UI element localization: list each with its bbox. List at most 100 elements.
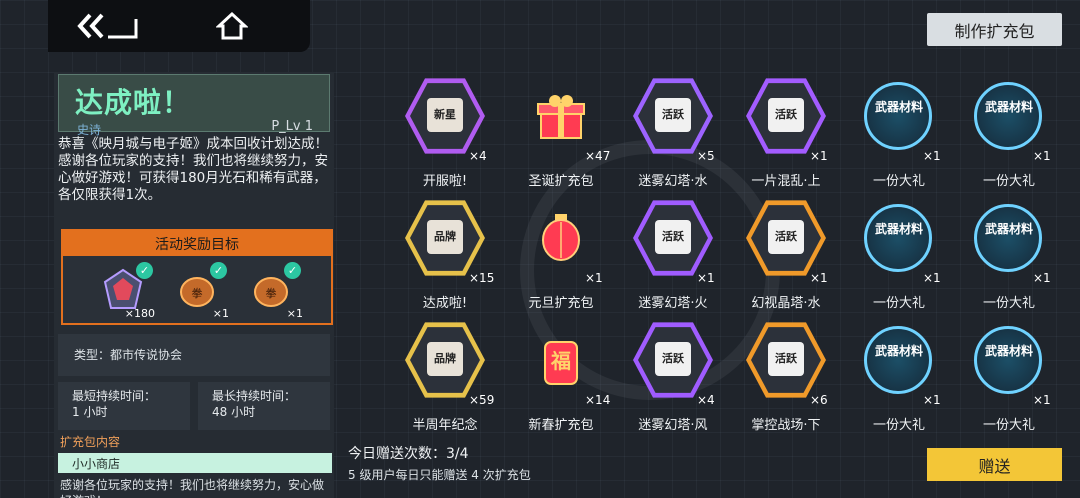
pack-name: 元旦扩充包 [528, 296, 594, 311]
pack-name: 一份大礼 [872, 296, 925, 311]
pack-count: ×5 [697, 149, 715, 163]
check-icon: ✓ [284, 262, 301, 279]
pack-type: 类型：都市传说协会 [58, 334, 330, 376]
icon-label: 福 [551, 349, 571, 373]
reward-count: ×1 [286, 307, 303, 320]
pack-count: ×47 [585, 149, 611, 163]
pack-card[interactable]: 活跃 ×6 掌控战场·下 [726, 318, 836, 438]
pack-name: 一份大礼 [982, 296, 1035, 311]
pack-card[interactable]: 新星 ×4 开服啦! [385, 74, 495, 194]
pack-card[interactable]: 武器材料 ×1 一份大礼 [839, 318, 949, 438]
rewards-box: 活动奖励目标 ✓ ×180 拳 ✓ ×1 拳 ✓ ×1 [61, 229, 333, 325]
pack-count: ×1 [697, 271, 715, 285]
icon-label: 活跃 [768, 220, 804, 254]
icon-label: 活跃 [768, 342, 804, 376]
pack-title-box: 达成啦！ 史诗 P_Lv 1 [58, 74, 330, 137]
pack-count: ×1 [585, 271, 603, 285]
make-pack-button[interactable]: 制作扩充包 [927, 13, 1062, 46]
reward-item[interactable]: 拳 ✓ ×1 [245, 262, 303, 320]
max-duration-label: 最长持续时间： [212, 389, 297, 403]
icon-label: 活跃 [655, 98, 691, 132]
weapon-material-icon [864, 204, 932, 272]
double-chevron-left-icon [77, 13, 138, 39]
pack-count: ×14 [585, 393, 611, 407]
pack-name: 一份大礼 [872, 174, 925, 189]
reward-item[interactable]: ✓ ×180 [97, 262, 155, 320]
icon-label: 活跃 [655, 342, 691, 376]
reward-count: ×180 [124, 307, 155, 320]
pack-card[interactable]: ×1 元旦扩充包 [501, 196, 611, 316]
weapon-material-icon [864, 82, 932, 150]
pack-title: 达成啦！ [75, 86, 192, 119]
pack-card[interactable]: 武器材料 ×1 一份大礼 [949, 318, 1059, 438]
pack-name: 开服啦! [422, 174, 468, 189]
svg-text:拳: 拳 [192, 286, 203, 300]
lantern-icon [542, 214, 580, 261]
icon-label: 品牌 [427, 220, 463, 254]
pack-count: ×4 [469, 149, 487, 163]
pack-card[interactable]: 武器材料 ×1 一份大礼 [949, 74, 1059, 194]
pack-card[interactable]: ×1探查 [345, 74, 377, 194]
level-label: P_Lv 1 [271, 119, 313, 134]
pack-card[interactable]: 福 ×14 新春扩充包 [501, 318, 611, 438]
pack-count: ×1 [810, 271, 828, 285]
home-button[interactable] [200, 6, 264, 46]
pack-card[interactable]: 活跃 ×5 迷雾幻塔·水 [613, 74, 723, 194]
pack-count: ×6 [810, 393, 828, 407]
pack-card[interactable]: 活跃 ×1 一片混乱·上 [726, 74, 836, 194]
rewards-title: 活动奖励目标 [63, 231, 331, 256]
back-button[interactable] [76, 6, 140, 46]
pack-card[interactable]: 活跃 ×4 迷雾幻塔·风 [613, 318, 723, 438]
gift-box-icon [537, 95, 585, 139]
pack-contents-label: 扩充包内容 [60, 435, 121, 449]
pack-card[interactable]: 104练 [345, 196, 377, 316]
min-duration-label: 最短持续时间： [72, 389, 157, 403]
weapon-material-icon [974, 82, 1042, 150]
pack-contents-name[interactable]: 小小商店 [58, 453, 332, 473]
pack-card[interactable]: 武器材料 ×1 一份大礼 [949, 196, 1059, 316]
pack-name: 新春扩充包 [528, 418, 594, 433]
pack-count: ×1 [1033, 271, 1051, 285]
svg-text:拳: 拳 [266, 286, 277, 300]
pack-name: 一份大礼 [872, 418, 925, 433]
pack-name: 半周年纪念 [412, 418, 478, 433]
pack-name: 一份大礼 [982, 174, 1035, 189]
icon-label: 新星 [427, 98, 463, 132]
icon-label: 活跃 [655, 220, 691, 254]
pack-contents-desc: 感谢各位玩家的支持！我们也将继续努力，安心做好游戏！ [60, 478, 325, 498]
pack-name: 一片混乱·上 [751, 174, 821, 189]
min-duration: 最短持续时间： 1 小时 [58, 382, 190, 430]
pack-name: 掌控战场·下 [751, 418, 821, 433]
reward-item[interactable]: 拳 ✓ ×1 [171, 262, 229, 320]
min-duration-value: 1 小时 [72, 405, 108, 419]
pack-count: ×15 [469, 271, 495, 285]
pack-description: 恭喜《映月城与电子姬》成本回收计划达成！感谢各位玩家的支持！我们也将继续努力，安… [58, 136, 328, 203]
icon-label: 武器材料 [984, 100, 1033, 114]
pack-card[interactable]: 武器材料 ×1 一份大礼 [839, 196, 949, 316]
reward-count: ×1 [212, 307, 229, 320]
pack-card[interactable]: 品牌 ×15 达成啦! [385, 196, 495, 316]
pack-name: 幻视晶塔·水 [751, 296, 821, 311]
check-icon: ✓ [136, 262, 153, 279]
home-icon [216, 11, 248, 40]
pack-count: ×1 [923, 271, 941, 285]
weapon-material-icon [864, 326, 932, 394]
pack-detail-panel: 达成啦！ 史诗 P_Lv 1 恭喜《映月城与电子姬》成本回收计划达成！感谢各位玩… [54, 72, 334, 498]
pack-name: 迷雾幻塔·水 [638, 174, 708, 189]
today-gift-count: 今日赠送次数：3/4 [348, 446, 469, 462]
weapon-material-icon [974, 204, 1042, 272]
pack-card[interactable]: 10业 [345, 318, 377, 438]
pack-count: ×1 [923, 149, 941, 163]
pack-card[interactable]: ×47 圣诞扩充包 [501, 74, 611, 194]
pack-grid: ×1探查 新星×4开服啦! ×47圣诞扩充包 活跃×5迷雾幻塔·水 活跃×1一片… [345, 72, 1080, 442]
pack-card[interactable]: 活跃 ×1 迷雾幻塔·火 [613, 196, 723, 316]
max-duration: 最长持续时间： 48 小时 [198, 382, 330, 430]
pack-card[interactable]: 活跃 ×1 幻视晶塔·水 [726, 196, 836, 316]
icon-label: 武器材料 [984, 222, 1033, 236]
icon-label: 武器材料 [984, 344, 1033, 358]
gift-button[interactable]: 赠送 [927, 448, 1062, 481]
icon-label: 武器材料 [874, 100, 923, 114]
pack-card[interactable]: 品牌 ×59 半周年纪念 [385, 318, 495, 438]
pack-card[interactable]: 武器材料 ×1 一份大礼 [839, 74, 949, 194]
max-duration-value: 48 小时 [212, 405, 256, 419]
